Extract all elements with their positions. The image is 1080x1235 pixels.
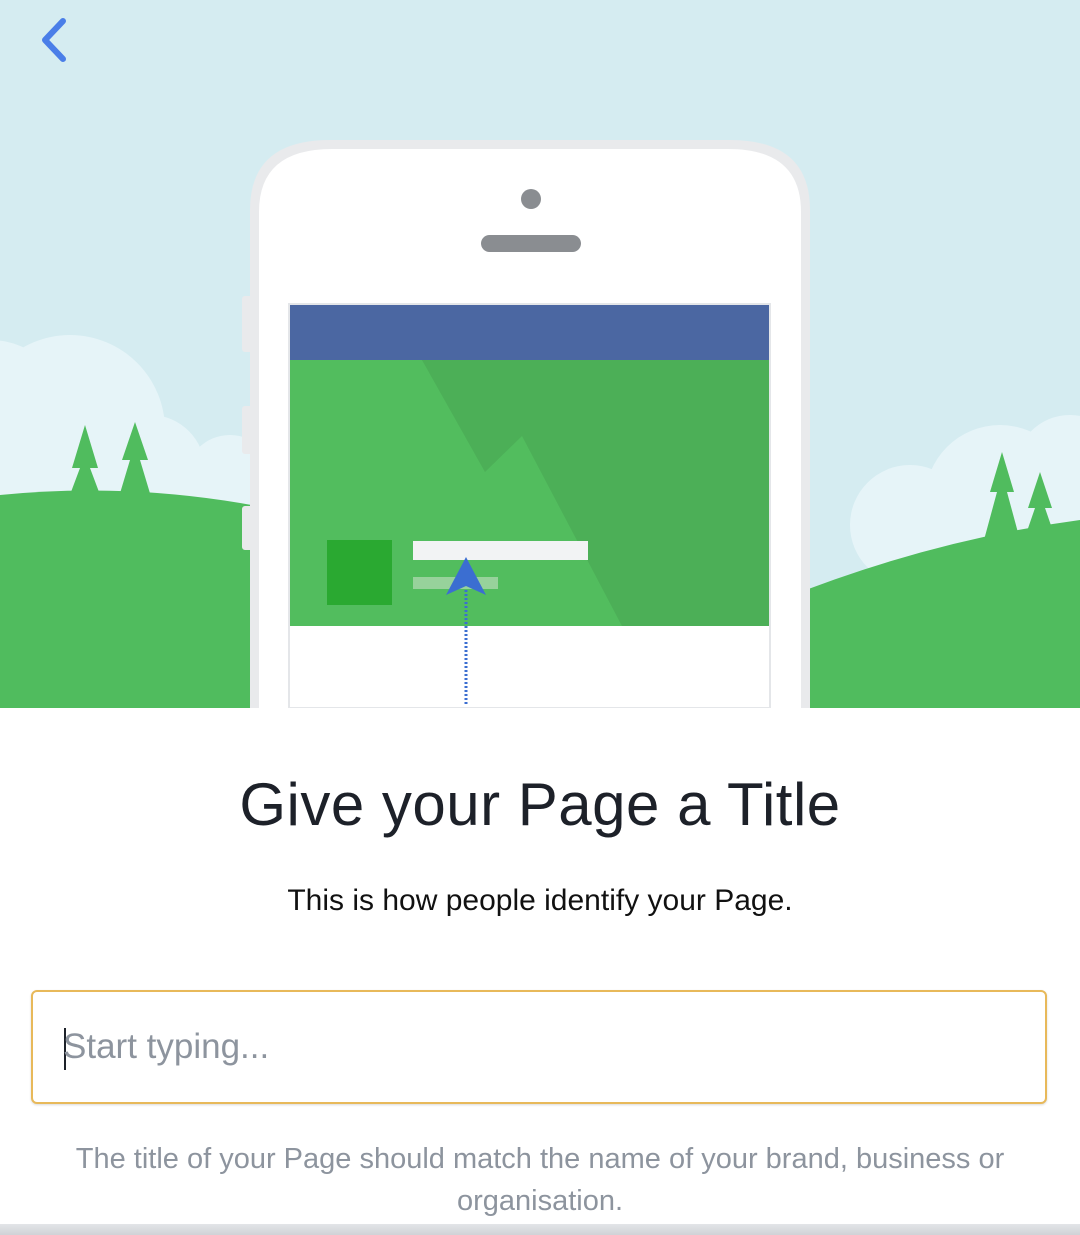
- page-title-field[interactable]: [31, 990, 1047, 1104]
- phone-camera: [521, 189, 541, 209]
- scene-illustration: [0, 140, 1080, 708]
- bottom-divider: [0, 1224, 1080, 1235]
- fb-header-bar: [290, 305, 769, 360]
- title-placeholder-bar: [413, 541, 588, 560]
- back-button[interactable]: [26, 12, 82, 68]
- page-subtitle: This is how people identify your Page.: [287, 884, 793, 917]
- profile-picture-placeholder: [327, 540, 392, 605]
- hero-illustration: [0, 0, 1080, 708]
- chevron-left-icon: [42, 18, 66, 62]
- page-title: Give your Page a Title: [239, 771, 841, 838]
- page-title-input[interactable]: [63, 992, 1013, 1102]
- helper-text: The title of your Page should match the …: [75, 1143, 1005, 1217]
- phone-speaker: [481, 235, 581, 252]
